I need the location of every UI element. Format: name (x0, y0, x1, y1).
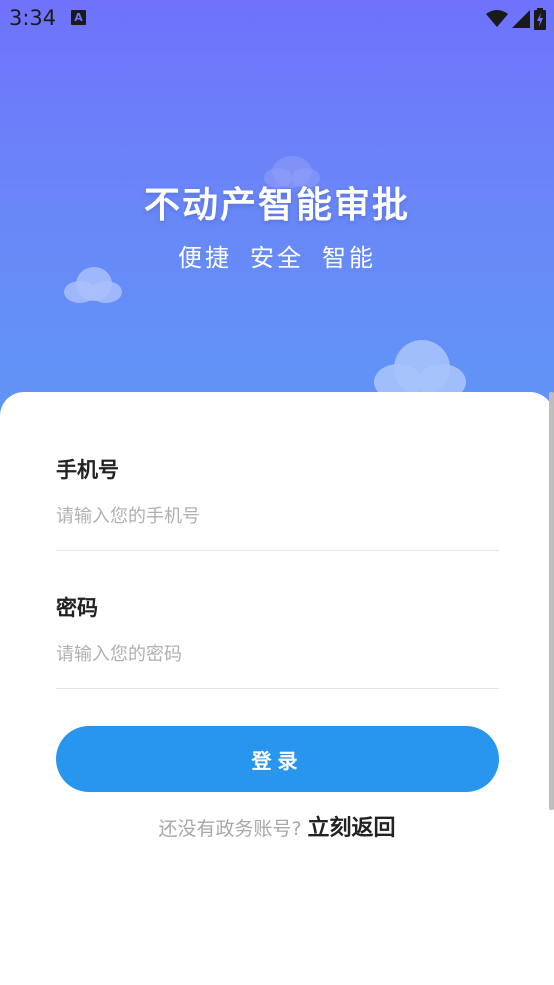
subtitle-word: 智能 (322, 244, 376, 272)
status-bar: 3:34 A (0, 0, 554, 38)
app-title: 不动产智能审批 (143, 185, 410, 226)
login-card: 手机号 密码 登录 还没有政务账号? 立刻返回 (0, 392, 554, 985)
return-link[interactable]: 立刻返回 (308, 816, 396, 841)
phone-label: 手机号 (56, 458, 119, 482)
login-button[interactable]: 登录 (56, 726, 499, 792)
wifi-icon (486, 10, 508, 27)
password-label: 密码 (56, 596, 98, 620)
subtitle-word: 安全 (250, 244, 304, 272)
scrollbar[interactable] (549, 392, 554, 810)
hero-banner: 3:34 A 不动产智能审批 便捷 安全 智能 (0, 0, 554, 430)
password-divider (56, 688, 499, 689)
app-subtitle: 便捷 安全 智能 (0, 238, 554, 273)
signal-icon (512, 10, 530, 28)
subtitle-word: 便捷 (178, 244, 232, 272)
a-notification-icon: A (71, 10, 86, 25)
battery-icon (534, 8, 546, 30)
footer-line: 还没有政务账号? 立刻返回 (0, 810, 554, 842)
status-time: 3:34 (9, 6, 57, 30)
password-input[interactable] (56, 634, 499, 674)
phone-divider (56, 550, 499, 551)
phone-input[interactable] (56, 496, 499, 536)
footer-prompt: 还没有政务账号? (158, 818, 302, 840)
cloud-icon (374, 340, 466, 400)
status-icons (486, 8, 546, 30)
